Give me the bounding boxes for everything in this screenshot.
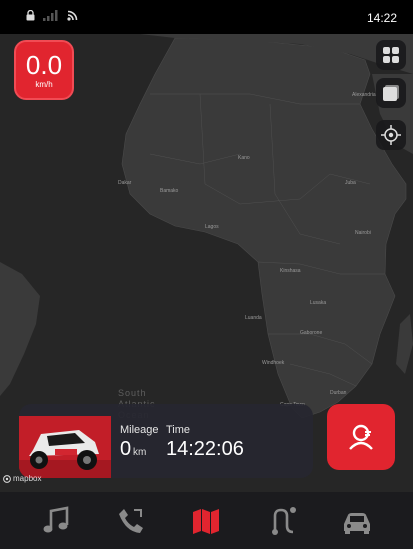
madagascar-landmass — [396, 314, 413, 374]
phone-icon — [119, 508, 144, 533]
status-bar: 14:22 — [0, 0, 413, 34]
apps-icon — [383, 47, 399, 63]
contact-button[interactable] — [327, 404, 395, 470]
map-place-label: Bamako — [160, 188, 179, 194]
map-place-label: Alexandria — [352, 92, 376, 98]
mileage-value: 0 — [120, 438, 132, 460]
map-place-label: Luanda — [245, 315, 262, 321]
route-icon — [271, 506, 296, 535]
locate-button[interactable] — [376, 120, 406, 150]
nav-car[interactable] — [334, 498, 380, 544]
mileage-unit: km — [133, 447, 147, 458]
speed-unit: km/h — [35, 79, 53, 89]
time-label: Time — [166, 424, 191, 436]
map-place-label: Kinshasa — [280, 268, 301, 274]
south-america-landmass — [0, 262, 40, 396]
mapbox-logo-icon — [3, 474, 11, 483]
music-icon — [43, 505, 68, 532]
mapbox-attribution[interactable]: mapbox — [3, 474, 41, 483]
locate-icon — [381, 125, 401, 145]
nav-route[interactable] — [259, 498, 305, 544]
nav-map[interactable] — [183, 498, 229, 544]
nav-phone[interactable] — [108, 498, 154, 544]
bottom-nav — [0, 492, 413, 549]
speed-indicator: 0.0 km/h — [14, 40, 74, 100]
map-place-label: Lagos — [205, 224, 219, 230]
map-place-label: Kano — [238, 155, 250, 161]
layers-icon — [383, 85, 399, 101]
time-value: 14:22:06 — [166, 438, 244, 460]
map-place-label: Durban — [330, 390, 347, 396]
map-place-label: Nairobi — [355, 230, 371, 236]
map-place-label: Windhoek — [262, 360, 285, 366]
map-place-label: Juba — [345, 180, 356, 186]
map-place-label: Gaborone — [300, 330, 322, 336]
nav-music[interactable] — [33, 498, 79, 544]
contact-icon — [349, 424, 373, 450]
map-place-label: Lusaka — [310, 300, 326, 306]
rss-icon — [67, 10, 78, 21]
vehicle-image — [19, 416, 111, 478]
clock: 14:22 — [366, 11, 397, 25]
map-icon — [193, 508, 220, 534]
apps-button[interactable] — [376, 40, 406, 70]
speed-value: 0.0 — [25, 49, 63, 80]
car-icon — [344, 512, 371, 534]
lock-icon — [26, 10, 35, 21]
signal-icon — [43, 10, 58, 21]
trip-card[interactable]: Mileage Time 0 km 14:22:06 — [19, 404, 313, 478]
ocean-label: South — [118, 388, 147, 398]
layers-button[interactable] — [376, 78, 406, 108]
map-place-label: Dakar — [118, 180, 132, 186]
mileage-label: Mileage — [120, 424, 159, 436]
mapbox-label: mapbox — [13, 474, 42, 483]
